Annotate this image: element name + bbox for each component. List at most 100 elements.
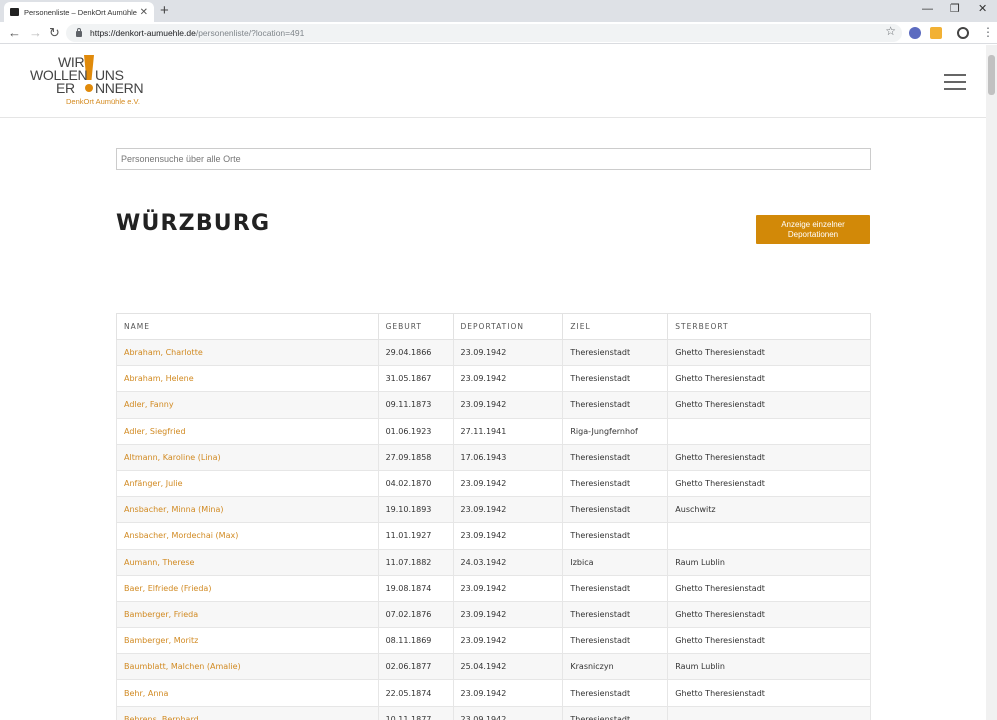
- cell-death-place: Ghetto Theresienstadt: [667, 600, 871, 629]
- cell-destination: Theresienstadt: [562, 600, 669, 629]
- cell-birth: 04.02.1870: [377, 469, 454, 498]
- cell-name[interactable]: Anfänger, Julie: [116, 469, 379, 498]
- logo-dot-icon: [85, 84, 93, 92]
- forward-button[interactable]: →: [29, 25, 42, 41]
- cell-name[interactable]: Bamberger, Frieda: [116, 600, 379, 629]
- close-tab-icon[interactable]: ✕: [140, 7, 148, 18]
- cell-deportation: 23.09.1942: [452, 365, 564, 393]
- cell-name[interactable]: Altmann, Karoline (Lina): [116, 443, 379, 471]
- cell-name[interactable]: Adler, Fanny: [116, 391, 379, 419]
- browser-tab[interactable]: Personenliste – DenkOrt Aumühle ✕: [4, 2, 154, 22]
- tab-title: Personenliste – DenkOrt Aumühle: [24, 7, 137, 17]
- cell-destination: Theresienstadt: [562, 522, 669, 550]
- show-deportations-button[interactable]: Anzeige einzelner Deportationen: [756, 215, 870, 244]
- cell-deportation: 23.09.1942: [452, 574, 564, 602]
- cell-birth: 19.10.1893: [377, 496, 454, 524]
- table-row: Aumann, Therese 11.07.1882 24.03.1942 Izbic…: [116, 548, 871, 576]
- extension-icon[interactable]: [909, 27, 921, 39]
- cell-death-place: Ghetto Theresienstadt: [667, 443, 871, 471]
- table-row: Anfänger, Julie 04.02.1870 23.09.1942 There…: [116, 469, 871, 498]
- favicon-icon: [10, 8, 19, 16]
- table-row: Bamberger, Moritz 08.11.1869 23.09.1942 The…: [116, 627, 871, 655]
- cell-deportation: 24.03.1942: [452, 548, 564, 576]
- cell-destination: Theresienstadt: [562, 443, 669, 471]
- column-header-deportation[interactable]: DEPORTATION: [452, 313, 564, 340]
- restore-icon[interactable]: ❐: [950, 2, 960, 16]
- bookmark-star-icon[interactable]: ☆: [885, 24, 896, 38]
- table-row: Behrens, Bernhard 10.11.1877 23.09.1942 The…: [116, 705, 871, 720]
- profile-icon[interactable]: [957, 27, 969, 39]
- cell-name[interactable]: Adler, Siegfried: [116, 417, 379, 445]
- table-row: Bamberger, Frieda 07.02.1876 23.09.1942 The…: [116, 600, 871, 629]
- url-host: https://denkort-aumuehle.de: [90, 28, 196, 38]
- cell-name[interactable]: Aumann, Therese: [116, 548, 379, 576]
- cell-birth: 29.04.1866: [377, 338, 454, 367]
- cell-birth: 02.06.1877: [377, 653, 454, 681]
- cell-destination: Theresienstadt: [562, 338, 669, 367]
- logo-word: NNERN: [95, 80, 144, 96]
- cell-deportation: 23.09.1942: [452, 469, 564, 498]
- cell-death-place: Ghetto Theresienstadt: [667, 469, 871, 498]
- extension-puzzle-icon[interactable]: [930, 27, 942, 39]
- cell-death-place: Raum Lublin: [667, 548, 871, 576]
- cell-destination: Theresienstadt: [562, 679, 669, 707]
- minimize-icon[interactable]: —: [922, 2, 933, 16]
- cell-death-place: Ghetto Theresienstadt: [667, 391, 871, 419]
- browser-menu-icon[interactable]: ⋮: [982, 25, 994, 39]
- cell-birth: 01.06.1923: [377, 417, 454, 445]
- cell-name[interactable]: Behrens, Bernhard: [116, 705, 379, 720]
- url-path: /personenliste/?location=491: [195, 28, 305, 38]
- table-header-row: NAME GEBURT DEPORTATION ZIEL STERBEORT: [116, 313, 871, 340]
- table-row: Adler, Fanny 09.11.1873 23.09.1942 Theresie…: [116, 391, 871, 419]
- cell-death-place: Ghetto Theresienstadt: [667, 365, 871, 393]
- lock-icon: [76, 28, 82, 37]
- column-header-destination[interactable]: ZIEL: [562, 313, 669, 340]
- cell-destination: Theresienstadt: [562, 496, 669, 524]
- scrollbar-thumb[interactable]: [988, 55, 995, 95]
- person-search-input[interactable]: [116, 148, 871, 170]
- close-window-icon[interactable]: ✕: [978, 2, 987, 16]
- address-bar[interactable]: https://denkort-aumuehle.de/personenlist…: [66, 24, 902, 42]
- cell-deportation: 23.09.1942: [452, 600, 564, 629]
- cell-birth: 09.11.1873: [377, 391, 454, 419]
- table-row: Baumblatt, Malchen (Amalie) 02.06.1877 25.…: [116, 653, 871, 681]
- page-scrollbar[interactable]: [986, 45, 997, 720]
- cell-deportation: 23.09.1942: [452, 522, 564, 550]
- cell-name[interactable]: Ansbacher, Minna (Mina): [116, 496, 379, 524]
- cell-death-place: [667, 705, 871, 720]
- cell-death-place: Auschwitz: [667, 496, 871, 524]
- cell-name[interactable]: Behr, Anna: [116, 679, 379, 707]
- cell-birth: 08.11.1869: [377, 627, 454, 655]
- site-logo[interactable]: WIR WOLLEN UNS ER NNERN DenkOrt Aumühle …: [29, 53, 144, 109]
- cell-destination: Izbica: [562, 548, 669, 576]
- cell-birth: 22.05.1874: [377, 679, 454, 707]
- cell-birth: 19.08.1874: [377, 574, 454, 602]
- table-row: Ansbacher, Mordechai (Max) 11.01.1927 23.0…: [116, 522, 871, 550]
- cell-name[interactable]: Baer, Elfriede (Frieda): [116, 574, 379, 602]
- cell-name[interactable]: Abraham, Charlotte: [116, 338, 379, 367]
- table-row: Behr, Anna 22.05.1874 23.09.1942 Theresiens…: [116, 679, 871, 707]
- column-header-name[interactable]: NAME: [116, 313, 379, 340]
- cell-deportation: 23.09.1942: [452, 496, 564, 524]
- cell-name[interactable]: Baumblatt, Malchen (Amalie): [116, 653, 379, 681]
- column-header-death-place[interactable]: STERBEORT: [667, 313, 871, 340]
- column-header-birth[interactable]: GEBURT: [377, 313, 454, 340]
- cell-name[interactable]: Ansbacher, Mordechai (Max): [116, 522, 379, 550]
- cell-deportation: 23.09.1942: [452, 705, 564, 720]
- cell-death-place: Raum Lublin: [667, 653, 871, 681]
- cell-deportation: 23.09.1942: [452, 679, 564, 707]
- reload-button[interactable]: ↻: [49, 25, 60, 41]
- new-tab-button[interactable]: +: [160, 2, 169, 20]
- logo-subtitle: DenkOrt Aumühle e.V.: [66, 97, 140, 106]
- cell-destination: Theresienstadt: [562, 705, 669, 720]
- cell-deportation: 23.09.1942: [452, 391, 564, 419]
- table-row: Adler, Siegfried 01.06.1923 27.11.1941 Riga…: [116, 417, 871, 445]
- hamburger-menu-icon[interactable]: [944, 74, 966, 90]
- cell-deportation: 23.09.1942: [452, 627, 564, 655]
- cell-name[interactable]: Abraham, Helene: [116, 365, 379, 393]
- cell-deportation: 27.11.1941: [452, 417, 564, 445]
- back-button[interactable]: ←: [8, 25, 21, 41]
- cell-name[interactable]: Bamberger, Moritz: [116, 627, 379, 655]
- person-table: NAME GEBURT DEPORTATION ZIEL STERBEORT A…: [116, 313, 871, 720]
- cell-birth: 10.11.1877: [377, 705, 454, 720]
